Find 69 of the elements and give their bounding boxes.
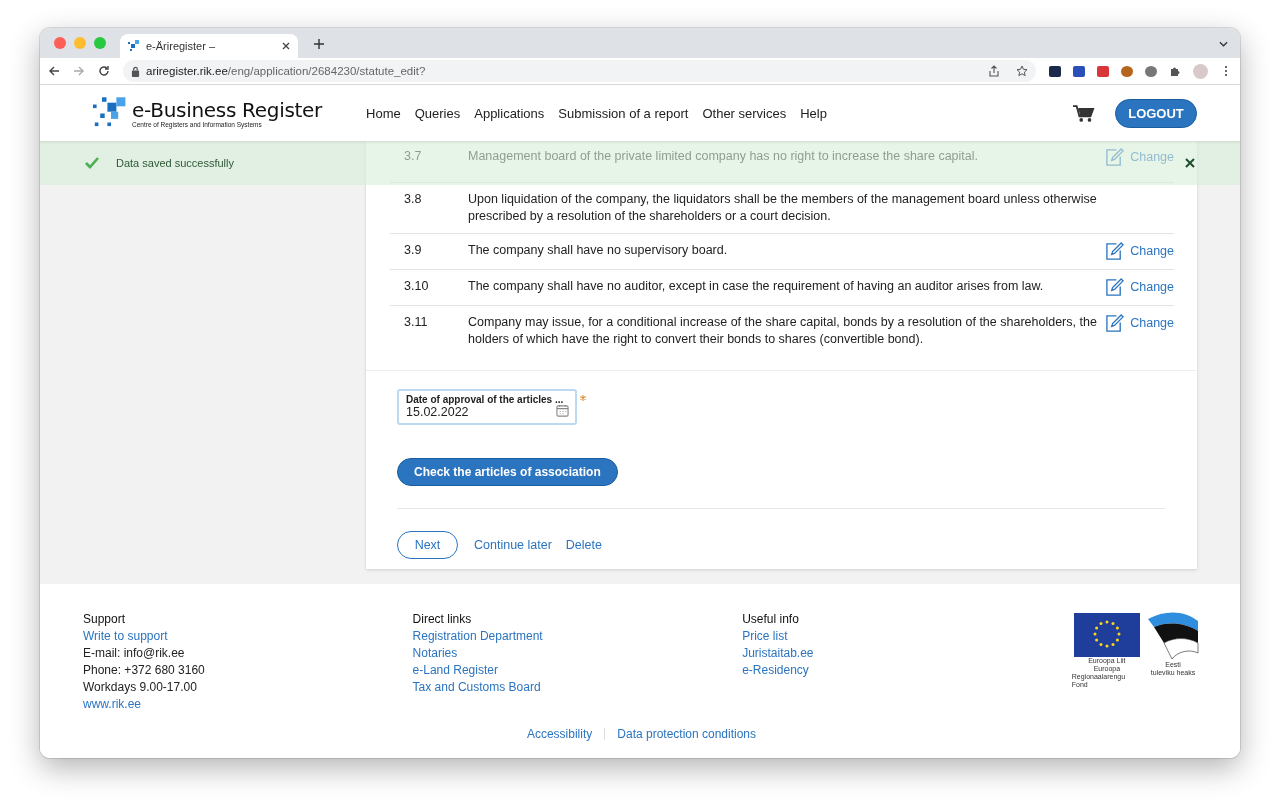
edit-icon (1105, 314, 1125, 333)
article-number: 3.10 (403, 278, 430, 295)
date-field[interactable]: Date of approval of the articles ... 15.02.2022 (397, 389, 577, 425)
footer-heading: Useful info (742, 611, 800, 628)
article-text: Upon liquidation of the company, the liquidators shall be the members of the management board unless otherwise prescribed by a resolution of the shareholders or a court decision. (468, 191, 1098, 225)
new-tab-icon[interactable] (314, 39, 324, 49)
wave-flag-icon (1146, 611, 1200, 661)
success-message: Data saved successfully (116, 157, 234, 169)
footer-link[interactable]: Write to support (83, 628, 413, 645)
edit-icon (1105, 278, 1125, 297)
footer-link[interactable]: e-Residency (742, 662, 1072, 679)
star-icon[interactable] (1016, 65, 1028, 77)
footer-link[interactable]: Registration Department (412, 628, 743, 645)
edit-icon (1105, 148, 1125, 167)
logo-title[interactable]: e-Business Register (132, 98, 322, 121)
article-number: 3.8 (403, 191, 423, 208)
footer-link[interactable]: Price list (742, 628, 1072, 645)
article-number: 3.7 (403, 148, 423, 165)
article-number: 3.11 (403, 314, 429, 331)
footer-text: Phone: +372 680 3160 (83, 662, 206, 679)
footer-link[interactable]: Juristaitab.ee (742, 645, 1072, 662)
delete-link[interactable]: Delete (565, 538, 602, 552)
reload-icon[interactable] (98, 65, 110, 77)
nav-link[interactable]: Applications (474, 105, 545, 121)
browser-tab[interactable]: e-Äriregister – (120, 34, 298, 58)
footer-link[interactable]: e-Land Register (412, 662, 743, 679)
extension-icon[interactable] (1073, 65, 1085, 77)
nav-link[interactable]: Submission of a report (558, 105, 689, 121)
nav-link[interactable]: Help (800, 105, 827, 121)
footer-heading: Direct links (412, 611, 473, 628)
article-text: Company may issue, for a conditional increase of the share capital, bonds by a resolution of the shareholders, the holders of which have the right to convert their bonds to shares (convertible bond). (468, 314, 1098, 348)
close-tab-icon[interactable] (282, 42, 290, 50)
nav-link[interactable]: Other services (702, 105, 787, 121)
footer-text: Workdays 9.00-17.00 (83, 679, 198, 696)
address-bar[interactable]: ariregister.rik.ee/eng/application/2684230/statute_edit? (123, 60, 1036, 82)
back-icon[interactable] (48, 65, 60, 77)
footer-link[interactable]: Notaries (412, 645, 743, 662)
change-link[interactable]: Change (1105, 242, 1174, 261)
close-icon[interactable] (1185, 158, 1195, 168)
calendar-icon[interactable] (556, 404, 569, 417)
footer-link[interactable]: www.rik.ee (83, 696, 413, 713)
footer-link[interactable]: Data protection conditions (617, 727, 757, 741)
change-link[interactable]: Change (1105, 314, 1174, 333)
article-text: The company shall have no auditor, except in case the requirement of having an auditor arises from law. (468, 278, 1045, 295)
logout-button[interactable]: LOGOUT (1115, 98, 1197, 128)
nav-link[interactable]: Queries (414, 105, 461, 121)
share-icon[interactable] (988, 65, 1000, 77)
footer-link[interactable]: Accessibility (526, 727, 593, 741)
footer-heading: Support (83, 611, 127, 628)
checkmark-icon (85, 157, 99, 169)
cart-icon[interactable] (1073, 103, 1095, 123)
article-text: Management board of the private limited company has no right to increase the share capital. (468, 148, 979, 165)
cookie-icon[interactable] (1121, 65, 1133, 77)
next-button[interactable]: Next (397, 531, 458, 559)
squares-icon (128, 40, 140, 52)
extension-icon[interactable] (1049, 65, 1061, 77)
change-link[interactable]: Change (1105, 278, 1174, 297)
footer-text: E-mail: info@rik.ee (83, 645, 186, 662)
edit-icon (1105, 242, 1125, 261)
article-number: 3.9 (403, 242, 423, 259)
eu-flag-icon (1073, 613, 1140, 657)
article-text: The company shall have no supervisory board. (468, 242, 729, 259)
puzzle-icon[interactable] (1169, 65, 1181, 77)
continue-later-link[interactable]: Continue later (474, 538, 552, 552)
footer-link[interactable]: Tax and Customs Board (412, 679, 743, 696)
chevron-down-icon[interactable] (1219, 41, 1228, 47)
check-articles-button[interactable]: Check the articles of association (397, 458, 618, 486)
lock-icon (131, 65, 140, 77)
nav-link[interactable]: Home (366, 105, 401, 121)
